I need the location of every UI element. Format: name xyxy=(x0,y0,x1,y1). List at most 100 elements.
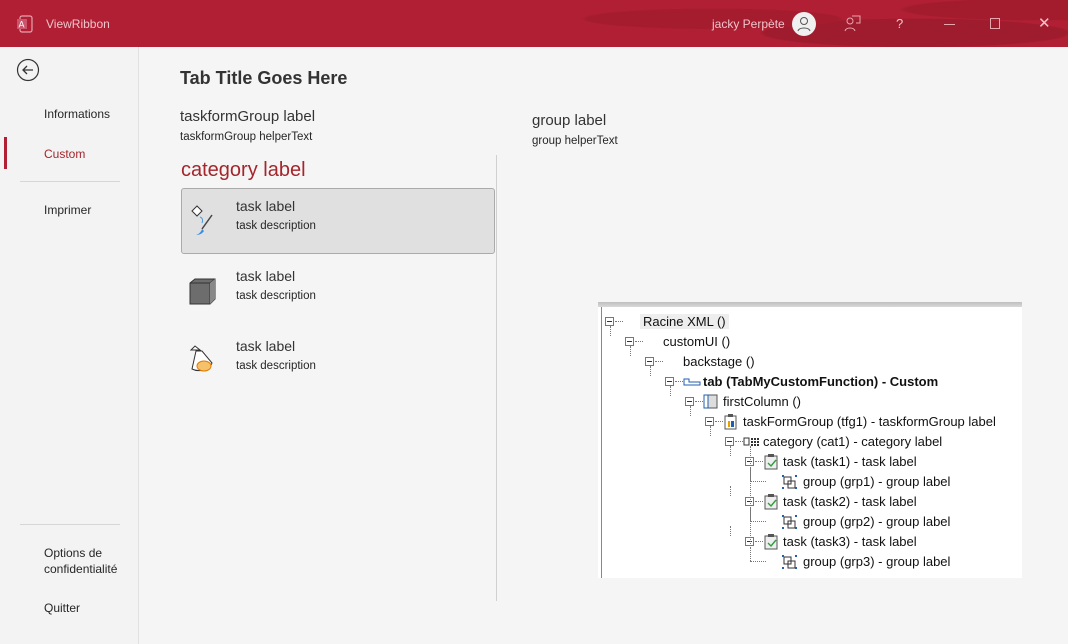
user-icon xyxy=(797,17,811,32)
xml-tree-view[interactable]: Racine XML () customUI () backstage () tab … xyxy=(598,302,1022,578)
title-bar: A ViewRibbon jacky Perpète ? ✕ xyxy=(0,0,1068,47)
collapse-toggle-icon[interactable] xyxy=(625,337,634,346)
tree-header-bar xyxy=(598,302,1022,307)
taskformgroup-helper: taskformGroup helperText xyxy=(180,131,313,143)
tree-connector xyxy=(730,446,731,456)
page-title: Tab Title Goes Here xyxy=(180,68,348,88)
tree-node[interactable]: task (task1) - task label xyxy=(598,446,1018,472)
tree-node[interactable]: task (task3) - task label xyxy=(598,526,1018,552)
tree-node[interactable]: category (cat1) - category label xyxy=(598,426,1018,452)
tree-connector xyxy=(675,381,683,382)
tree-connector xyxy=(735,441,743,442)
tree-node[interactable]: firstColumn () xyxy=(598,386,1018,412)
sidebar-item-quitter[interactable]: Quitter xyxy=(44,601,80,615)
collapse-toggle-icon[interactable] xyxy=(665,377,674,386)
group-icon xyxy=(782,515,797,529)
tree-node-label: firstColumn () xyxy=(723,394,802,409)
avatar[interactable] xyxy=(792,12,816,36)
tree-node[interactable]: backstage () xyxy=(598,346,1018,372)
collapse-toggle-icon[interactable] xyxy=(685,397,694,406)
tree-connector xyxy=(755,501,763,502)
collapse-toggle-icon[interactable] xyxy=(705,417,714,426)
tree-node-label: task (task3) - task label xyxy=(783,534,917,549)
task-check-icon xyxy=(764,494,778,510)
taskformgroup-label: taskformGroup label xyxy=(180,108,316,125)
tree-connector xyxy=(730,486,731,496)
clipboard-icon xyxy=(724,414,737,430)
sidebar-divider xyxy=(20,181,120,182)
group-icon xyxy=(782,555,797,569)
tab-icon xyxy=(683,378,701,386)
tree-connector xyxy=(650,366,651,376)
group-helper: group helperText xyxy=(532,135,618,147)
tree-node-label: task (task2) - task label xyxy=(783,494,917,509)
sidebar-item-custom[interactable]: Custom xyxy=(44,147,85,161)
tree-connector xyxy=(695,401,703,402)
back-arrow-icon[interactable] xyxy=(16,58,40,82)
tree-connector xyxy=(610,326,611,336)
tree-node[interactable]: group (grp1) - group label xyxy=(598,467,1018,492)
sidebar-item-imprimer[interactable]: Imprimer xyxy=(44,203,91,217)
tree-connector xyxy=(755,461,763,462)
group-label: group label xyxy=(532,112,607,129)
task-item[interactable]: task label task description xyxy=(181,258,495,324)
task-item[interactable]: task label task description xyxy=(181,188,495,254)
feedback-icon[interactable] xyxy=(842,14,862,34)
user-name[interactable]: jacky Perpète xyxy=(712,17,785,31)
tree-node-label: backstage () xyxy=(683,354,755,369)
tree-connector xyxy=(750,547,751,561)
collapse-toggle-icon[interactable] xyxy=(645,357,654,366)
task-description: task description xyxy=(236,360,316,372)
sidebar-item-informations[interactable]: Informations xyxy=(44,107,110,121)
cube-icon xyxy=(189,278,216,305)
tree-connector xyxy=(635,341,643,342)
collapse-toggle-icon[interactable] xyxy=(605,317,614,326)
sidebar-divider xyxy=(20,524,120,525)
tree-node-label: Racine XML () xyxy=(640,314,729,329)
tree-node[interactable]: group (grp3) - group label xyxy=(598,547,1018,572)
app-title: ViewRibbon xyxy=(46,17,110,31)
maximize-icon[interactable] xyxy=(990,18,1000,29)
tree-node-label: customUI () xyxy=(663,334,731,349)
sidebar-item-options[interactable]: Options de confidentialité xyxy=(44,545,134,577)
tree-node-label: category (cat1) - category label xyxy=(763,434,943,449)
tree-node-label: taskFormGroup (tfg1) - taskformGroup lab… xyxy=(743,414,996,429)
tree-connector xyxy=(715,421,723,422)
category-label: category label xyxy=(181,159,306,181)
tree-node[interactable]: group (grp2) - group label xyxy=(598,507,1018,532)
tree-connector xyxy=(755,541,763,542)
task-label: task label xyxy=(236,268,296,284)
tree-node-label: tab (TabMyCustomFunction) - Custom xyxy=(703,374,939,389)
tree-connector xyxy=(750,561,766,562)
format-painter-icon xyxy=(191,205,213,235)
tree-node[interactable]: tab (TabMyCustomFunction) - Custom xyxy=(598,366,1018,392)
group-icon xyxy=(782,475,797,489)
category-icon xyxy=(743,437,759,446)
task-item[interactable]: task label task description xyxy=(181,328,495,394)
tree-node[interactable]: customUI () xyxy=(598,326,1018,352)
tree-connector xyxy=(655,361,663,362)
close-icon[interactable]: ✕ xyxy=(1038,14,1051,32)
selected-indicator xyxy=(4,137,7,169)
tree-connector xyxy=(670,386,671,396)
help-icon[interactable]: ? xyxy=(896,16,903,31)
task-label: task label xyxy=(236,338,296,354)
task-check-icon xyxy=(764,454,778,470)
bell-icon xyxy=(189,345,213,372)
tree-node[interactable]: Racine XML () xyxy=(598,312,1018,332)
tree-node[interactable]: task (task2) - task label xyxy=(598,486,1018,512)
tree-node-label: group (grp1) - group label xyxy=(803,474,951,489)
tree-connector xyxy=(615,321,623,322)
tree-node-label: task (task1) - task label xyxy=(783,454,917,469)
tree-connector xyxy=(630,346,631,356)
column-divider xyxy=(496,155,497,601)
minimize-icon[interactable] xyxy=(944,24,955,25)
tree-node[interactable]: taskFormGroup (tfg1) - taskformGroup lab… xyxy=(598,406,1018,432)
task-description: task description xyxy=(236,290,316,302)
backstage-sidebar: Informations Custom Imprimer Options de … xyxy=(0,47,139,644)
tree-connector xyxy=(690,406,691,416)
tree-connector xyxy=(750,481,766,482)
tree-connector xyxy=(750,521,766,522)
collapse-toggle-icon[interactable] xyxy=(725,437,734,446)
column-icon xyxy=(703,394,718,409)
